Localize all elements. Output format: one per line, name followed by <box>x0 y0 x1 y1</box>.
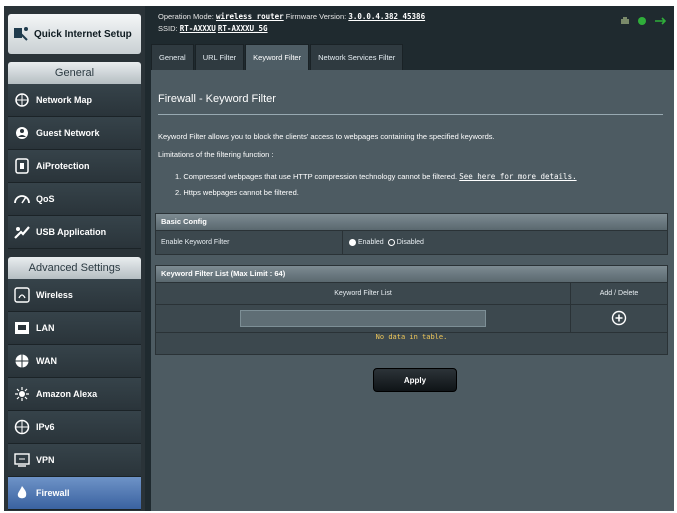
sidebar-item-usb-application[interactable]: USB Application <box>8 216 141 249</box>
basic-config-table: Basic Config Enable Keyword Filter Enabl… <box>155 213 668 255</box>
printer-icon[interactable] <box>620 16 630 28</box>
alexa-icon <box>8 386 36 402</box>
firmware-label: Firmware Version: <box>285 12 347 21</box>
keyword-filter-list-header: Keyword Filter List (Max Limit : 64) <box>156 266 667 282</box>
top-status-bar: Operation Mode: wireless router Firmware… <box>151 6 674 44</box>
basic-config-header: Basic Config <box>156 214 667 230</box>
radio-enabled-label: Enabled <box>358 239 384 246</box>
enable-keyword-filter-options: Enabled Disabled <box>343 231 667 254</box>
wifi-icon <box>8 287 36 303</box>
add-keyword-cell <box>571 305 667 332</box>
sidebar-item-guest-network[interactable]: Guest Network <box>8 117 141 150</box>
sidebar-item-qos[interactable]: QoS <box>8 183 141 216</box>
vpn-icon <box>8 452 36 468</box>
network-status-icon[interactable] <box>636 16 648 28</box>
keyword-input-cell <box>156 305 571 332</box>
radio-enabled[interactable] <box>349 239 356 246</box>
sidebar-item-label: WAN <box>36 356 57 366</box>
quick-internet-setup-button[interactable]: Quick Internet Setup <box>8 14 141 54</box>
apply-button[interactable]: Apply <box>373 368 457 392</box>
sidebar-item-network-map[interactable]: Network Map <box>8 84 141 117</box>
speedometer-icon <box>8 191 36 207</box>
limitation-1: 1. Compressed webpages that use HTTP com… <box>175 172 577 181</box>
radio-disabled-label: Disabled <box>396 239 424 246</box>
ssid-line: SSID: RT-AXXXU RT-AXXXU_5G <box>158 24 268 33</box>
more-details-link[interactable]: See here for more details. <box>459 172 576 181</box>
sidebar-item-wireless[interactable]: Wireless <box>8 279 141 312</box>
sidebar-item-firewall[interactable]: Firewall <box>8 477 141 510</box>
add-keyword-button[interactable] <box>611 310 627 328</box>
sidebar-item-label: Wireless <box>36 290 73 300</box>
quick-internet-setup-label: Quick Internet Setup <box>34 28 132 40</box>
tab-general[interactable]: General <box>151 44 194 70</box>
ssid-label: SSID: <box>158 24 178 33</box>
sidebar-item-label: Network Map <box>36 95 93 105</box>
globe-icon <box>8 353 36 369</box>
advanced-settings-section-header: Advanced Settings <box>8 257 141 279</box>
ssid-2g: RT-AXXXU <box>179 24 216 33</box>
limitation-2: 2. Https webpages cannot be filtered. <box>175 188 299 197</box>
sidebar-item-label: VPN <box>36 455 55 465</box>
tab-url-filter[interactable]: URL Filter <box>194 44 245 70</box>
sidebar-item-amazon-alexa[interactable]: Amazon Alexa <box>8 378 141 411</box>
shield-icon <box>8 158 36 174</box>
keyword-input[interactable] <box>240 310 486 327</box>
lan-icon <box>8 320 36 336</box>
operation-mode-line: Operation Mode: wireless router Firmware… <box>158 12 425 21</box>
network-map-icon <box>8 92 36 108</box>
sidebar-item-label: LAN <box>36 323 55 333</box>
operation-mode-label: Operation Mode: <box>158 12 214 21</box>
description-text: Keyword Filter allows you to block the c… <box>158 132 495 141</box>
guest-network-icon <box>8 125 36 141</box>
operation-mode-link[interactable]: wireless router <box>216 12 284 21</box>
limitations-heading: Limitations of the filtering function : <box>158 150 274 159</box>
sidebar-item-label: Amazon Alexa <box>36 389 98 399</box>
keyword-list-column-headers: Keyword Filter List Add / Delete <box>156 282 667 304</box>
setup-wizard-icon <box>8 25 34 43</box>
sidebar-item-label: USB Application <box>36 227 107 237</box>
general-nav: Network Map Guest Network AiProtection Q… <box>8 84 141 249</box>
sidebar-item-label: QoS <box>36 194 55 204</box>
limitation-1-text: 1. Compressed webpages that use HTTP com… <box>175 172 458 181</box>
firmware-version-link[interactable]: 3.0.0.4.382_45386 <box>348 12 425 21</box>
sidebar-item-vpn[interactable]: VPN <box>8 444 141 477</box>
sidebar-item-label: AiProtection <box>36 161 90 171</box>
keyword-input-row <box>156 304 667 332</box>
sidebar-item-lan[interactable]: LAN <box>8 312 141 345</box>
tab-network-services-filter[interactable]: Network Services Filter <box>310 44 404 70</box>
column-header-add-delete: Add / Delete <box>599 290 639 297</box>
router-admin-window: Quick Internet Setup General Network Map… <box>4 6 674 511</box>
ipv6-globe-icon <box>8 419 36 435</box>
sidebar: Quick Internet Setup General Network Map… <box>4 6 145 511</box>
advanced-nav: Wireless LAN WAN Amazon Alexa IPv6 VPN F… <box>8 279 141 510</box>
tab-keyword-filter[interactable]: Keyword Filter <box>245 44 310 70</box>
empty-table-message: No data in table. <box>156 332 667 354</box>
sidebar-item-label: Guest Network <box>36 128 100 138</box>
firewall-icon <box>8 485 36 501</box>
sidebar-item-wan[interactable]: WAN <box>8 345 141 378</box>
status-icons <box>620 16 667 28</box>
usb-icon[interactable] <box>654 16 667 28</box>
sidebar-item-aiprotection[interactable]: AiProtection <box>8 150 141 183</box>
title-divider <box>158 114 663 115</box>
tab-bar: General URL Filter Keyword Filter Networ… <box>151 44 404 70</box>
general-section-header: General <box>8 62 141 84</box>
column-header-keyword: Keyword Filter List <box>156 283 571 304</box>
sidebar-item-label: Firewall <box>36 488 70 498</box>
ssid-5g: RT-AXXXU_5G <box>217 24 268 33</box>
main-content: Firewall - Keyword Filter Keyword Filter… <box>151 70 674 511</box>
enable-keyword-filter-label: Enable Keyword Filter <box>156 231 343 254</box>
radio-disabled[interactable] <box>387 239 395 246</box>
enable-keyword-filter-row: Enable Keyword Filter Enabled Disabled <box>156 230 667 254</box>
page-title: Firewall - Keyword Filter <box>158 93 276 105</box>
sidebar-item-label: IPv6 <box>36 422 55 432</box>
plus-circle-icon <box>611 310 627 325</box>
keyword-filter-list-table: Keyword Filter List (Max Limit : 64) Key… <box>155 265 668 355</box>
puzzle-icon <box>8 224 36 240</box>
sidebar-item-ipv6[interactable]: IPv6 <box>8 411 141 444</box>
